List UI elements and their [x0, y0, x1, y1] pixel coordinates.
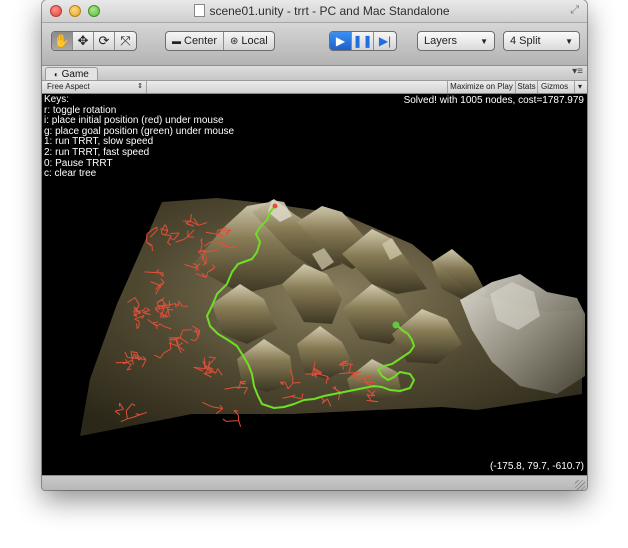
chevron-down-icon: ▼	[565, 36, 573, 46]
pivot-center-button[interactable]: ▬ Center	[166, 32, 225, 50]
game-viewport[interactable]: Keys: r: toggle rotation i: place initial…	[42, 94, 587, 475]
tree-edge	[167, 309, 174, 311]
panel-tab-bar: ◐ Game ▾≡	[42, 66, 587, 81]
window-title-text: scene01.unity - trrt - PC and Mac Standa…	[209, 4, 450, 18]
panel-menu-icon[interactable]: ▾≡	[572, 66, 583, 77]
tree-edge	[222, 418, 227, 422]
step-icon: ▶|	[378, 34, 392, 48]
pivot-group: ▬ Center ⊛ Local	[165, 31, 275, 51]
scale-icon: ⤧	[120, 33, 131, 48]
window-title: scene01.unity - trrt - PC and Mac Standa…	[192, 4, 452, 18]
rotate-icon: ⟳	[98, 33, 110, 48]
tree-edge	[203, 372, 211, 374]
game-tab-icon: ◐	[54, 70, 59, 79]
goal-marker	[392, 321, 400, 329]
keys-help-overlay: Keys: r: toggle rotation i: place initial…	[44, 94, 234, 180]
key-help-line: c: clear tree	[44, 168, 97, 180]
tree-edge	[353, 371, 361, 374]
center-icon: ▬	[172, 36, 181, 46]
start-marker	[272, 203, 278, 209]
tree-edge	[203, 357, 206, 366]
close-window-button[interactable]	[50, 5, 62, 17]
zoom-window-button[interactable]	[88, 5, 100, 17]
tree-edge	[169, 343, 172, 350]
status-bar	[42, 475, 587, 490]
tree-edge	[238, 420, 242, 427]
layers-label: Layers	[424, 35, 458, 47]
unity-editor-window: scene01.unity - trrt - PC and Mac Standa…	[42, 0, 587, 490]
aspect-label: Free Aspect	[47, 82, 90, 91]
pivot-local-button[interactable]: ⊛ Local	[224, 32, 274, 50]
local-icon: ⊛	[230, 35, 239, 47]
mouse-coordinates: (-175.8, 79.7, -610.7)	[490, 461, 584, 472]
tab-game-label: Game	[61, 69, 89, 80]
pivot-center-label: Center	[184, 35, 218, 47]
tree-edge	[220, 229, 231, 232]
move-icon: ✥	[77, 33, 89, 48]
pivot-local-label: Local	[241, 35, 268, 47]
play-button[interactable]: ▶	[330, 32, 352, 50]
tree-edge	[161, 230, 163, 235]
hand-icon: ✋	[53, 33, 71, 48]
stats-toggle[interactable]: Stats	[515, 81, 537, 93]
aspect-dropdown[interactable]: Free Aspect ⇕	[44, 81, 147, 93]
resize-grip-icon[interactable]	[575, 480, 585, 490]
maximize-on-play-toggle[interactable]: Maximize on Play	[447, 81, 515, 93]
fullscreen-icon[interactable]: ⤢	[570, 4, 579, 17]
pause-button[interactable]: ❚❚	[352, 32, 374, 50]
chevron-down-icon: ▼	[480, 36, 488, 46]
transform-tools-group: ✋ ✥ ⟳ ⤧	[51, 31, 137, 51]
solver-status: Solved! with 1005 nodes, cost=1787.979	[403, 95, 584, 106]
gizmos-dropdown-icon[interactable]: ▾	[574, 81, 585, 93]
tree-edge	[292, 382, 301, 384]
layout-label: 4 Split	[510, 35, 541, 47]
rotate-tool-button[interactable]: ⟳	[94, 32, 115, 50]
tree-edge	[187, 236, 195, 238]
tree-edge	[144, 271, 156, 274]
key-help-line: 2: run TRRT, fast speed	[44, 146, 150, 158]
game-view-toolbar: Free Aspect ⇕ Maximize on Play Stats Gizm…	[42, 81, 587, 94]
tree-edge	[208, 356, 216, 359]
title-bar[interactable]: scene01.unity - trrt - PC and Mac Standa…	[42, 0, 587, 23]
tree-edge	[342, 361, 344, 370]
pause-icon: ❚❚	[352, 34, 373, 48]
tree-edge	[226, 420, 235, 422]
move-tool-button[interactable]: ✥	[73, 32, 94, 50]
gizmos-toggle[interactable]: Gizmos	[537, 81, 574, 93]
play-controls-group: ▶ ❚❚ ▶|	[329, 31, 397, 51]
scale-tool-button[interactable]: ⤧	[115, 32, 136, 50]
editor-toolbar: ✋ ✥ ⟳ ⤧ ▬ Center ⊛ Local ▶ ❚❚ ▶| Layers ▼ 4 Spli…	[42, 23, 587, 66]
layers-dropdown[interactable]: Layers ▼	[417, 31, 495, 51]
chevron-updown-icon: ⇕	[137, 83, 143, 90]
layout-dropdown[interactable]: 4 Split ▼	[503, 31, 580, 51]
document-icon	[194, 4, 206, 17]
tree-edge	[201, 241, 203, 246]
minimize-window-button[interactable]	[69, 5, 81, 17]
keys-title: Keys:	[44, 94, 70, 105]
play-icon: ▶	[335, 34, 346, 48]
step-button[interactable]: ▶|	[374, 32, 396, 50]
tab-game[interactable]: ◐ Game	[45, 67, 98, 80]
tree-edge	[160, 316, 168, 318]
hand-tool-button[interactable]: ✋	[52, 32, 73, 50]
